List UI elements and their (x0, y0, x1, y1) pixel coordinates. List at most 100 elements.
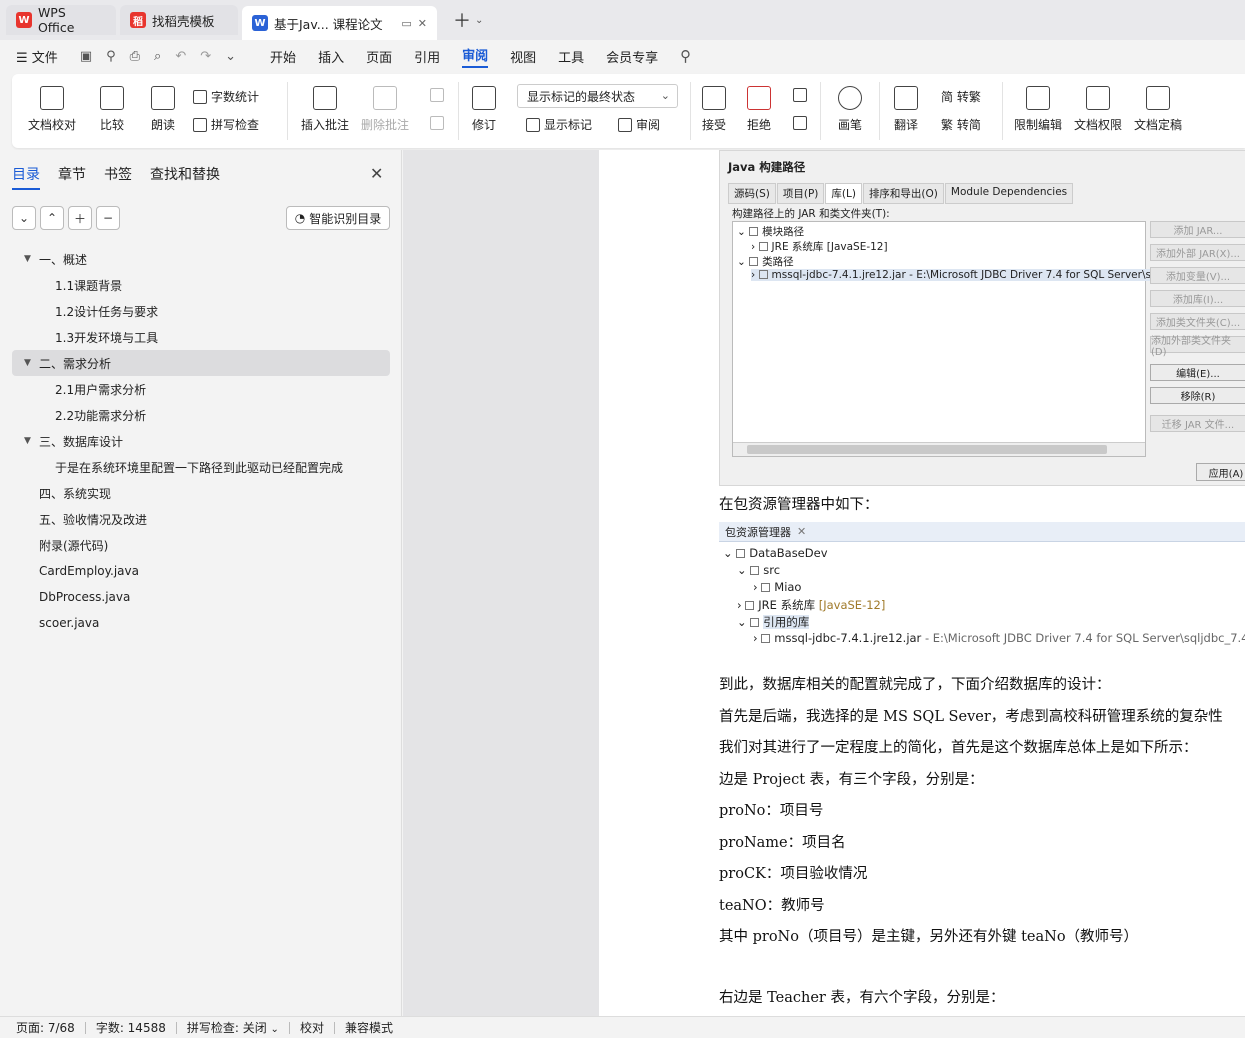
review-pane-button[interactable]: 审阅 (618, 116, 660, 133)
proof-status[interactable]: 校对 (300, 1019, 324, 1036)
save-icon[interactable]: ▣ (80, 49, 92, 64)
caret-down-icon[interactable]: ▼ (24, 254, 31, 264)
toc-item[interactable]: DbProcess.java (12, 584, 390, 610)
toc-item[interactable]: 2.1用户需求分析 (12, 376, 390, 402)
menu-member[interactable]: 会员专享 (606, 47, 658, 66)
caret-down-icon[interactable]: ▼ (24, 358, 31, 368)
toc-item[interactable]: 1.2设计任务与要求 (12, 298, 390, 324)
to-traditional-button[interactable]: 简 转繁 (941, 88, 981, 105)
doc-permission-button[interactable]: 文档权限 (1074, 86, 1122, 133)
markup-state-value: 显示标记的最终状态 (527, 89, 636, 104)
markup-state-select[interactable]: 显示标记的最终状态 ⌄ (517, 84, 678, 108)
more-icon[interactable]: ⌄ (225, 49, 236, 64)
tree-row: ⌄ 模块路径 (737, 226, 805, 238)
tree-row: › mssql-jdbc-7.4.1.jre12.jar - E:\Micros… (751, 269, 1177, 281)
menu-tools[interactable]: 工具 (558, 47, 584, 66)
toc-item-label: 1.1课题背景 (55, 278, 123, 293)
tab-wps-office[interactable]: W WPS Office (6, 5, 116, 35)
next-change-icon[interactable] (793, 116, 807, 130)
pen-button[interactable]: 画笔 (838, 86, 862, 133)
smart-toc-button[interactable]: ◔ 智能识别目录 (286, 206, 390, 230)
collapse-icon[interactable]: ⌄ (12, 206, 36, 230)
caret-down-icon[interactable]: ▼ (24, 436, 31, 446)
toc-item[interactable]: CardEmploy.java (12, 558, 390, 584)
revise-button[interactable]: 修订 (472, 86, 496, 133)
undo-icon[interactable]: ↶ (175, 49, 186, 64)
build-path-tabs: 源码(S) 项目(P) 库(L) 排序和导出(O) Module Depende… (728, 183, 1074, 204)
remove-heading-icon[interactable]: − (96, 206, 120, 230)
document-page[interactable]: Java 构建路径 源码(S) 项目(P) 库(L) 排序和导出(O) Modu… (599, 150, 1245, 1016)
prev-change-icon[interactable] (793, 88, 807, 102)
toc-item[interactable]: 1.1课题背景 (12, 272, 390, 298)
toc-item[interactable]: 附录(源代码) (12, 532, 390, 558)
translate-label: 翻译 (894, 118, 919, 132)
page-indicator[interactable]: 页面: 7/68 (16, 1019, 75, 1036)
tab-bookmarks[interactable]: 书签 (104, 164, 132, 190)
restrict-edit-label: 限制编辑 (1014, 118, 1063, 132)
delete-comment-button[interactable]: 删除批注 (361, 86, 409, 133)
toc-item[interactable]: 于是在系统环境里配置一下路径到此驱动已经配置完成 (12, 454, 390, 480)
spell-check-status[interactable]: 拼写检查: 关闭 ⌄ (187, 1019, 279, 1036)
word-count-status[interactable]: 字数: 14588 (96, 1019, 166, 1036)
add-heading-icon[interactable]: ＋ (68, 206, 92, 230)
toc-item[interactable]: ▼ 一、概述 (12, 246, 390, 272)
close-icon[interactable]: ✕ (370, 164, 383, 183)
menu-page[interactable]: 页面 (366, 47, 392, 66)
accept-button[interactable]: 接受 (702, 86, 726, 133)
bp-button: 添加库(I)... (1150, 290, 1245, 307)
to-simplified-label: 繁 转简 (941, 118, 981, 132)
paragraph: teaNO：教师号 (719, 898, 825, 914)
paragraph: 我们对其进行了一定程度上的简化，首先是这个数据库总体上是如下所示： (719, 740, 1198, 756)
tab-document[interactable]: W 基于Jav... 课程论文 ▭ ✕ (242, 6, 437, 40)
smart-icon: ◔ (294, 211, 306, 225)
print-icon[interactable]: ⎙ (130, 49, 140, 64)
insert-comment-button[interactable]: 插入批注 (301, 86, 349, 133)
next-comment-icon[interactable] (430, 116, 444, 130)
menu-reference[interactable]: 引用 (414, 47, 440, 66)
tab-chapters[interactable]: 章节 (58, 164, 86, 190)
menu-view[interactable]: 视图 (510, 47, 536, 66)
restrict-edit-button[interactable]: 限制编辑 (1014, 86, 1062, 133)
close-icon[interactable]: ✕ (418, 17, 427, 30)
prev-comment-icon[interactable] (430, 88, 444, 102)
translate-button[interactable]: 翻译 (894, 86, 918, 133)
finalize-button[interactable]: 文档定稿 (1134, 86, 1182, 133)
toc-item-label: 1.3开发环境与工具 (55, 330, 159, 345)
new-tab-icon[interactable]: ＋ (453, 7, 471, 33)
link-icon[interactable]: ⚲ (106, 49, 116, 64)
paragraph: 首先是后端，我选择的是 MS SQL Sever，考虑到高校科研管理系统的复杂性 (719, 709, 1223, 725)
toc-item[interactable]: 五、验收情况及改进 (12, 506, 390, 532)
tab-template[interactable]: 稻 找稻壳模板 (120, 5, 238, 35)
compare-button[interactable]: 比较 (100, 86, 124, 133)
read-aloud-button[interactable]: 朗读 (151, 86, 175, 133)
show-markup-button[interactable]: 显示标记 (526, 116, 592, 133)
toc-item[interactable]: 2.2功能需求分析 (12, 402, 390, 428)
toc-item[interactable]: 四、系统实现 (12, 480, 390, 506)
to-simplified-button[interactable]: 繁 转简 (941, 116, 981, 133)
toc-item[interactable]: ▼ 二、需求分析 (12, 350, 390, 376)
tab-find-replace[interactable]: 查找和替换 (150, 164, 220, 190)
file-label: 文件 (31, 50, 58, 66)
proofread-button[interactable]: 文档校对 (28, 86, 76, 133)
toc-item[interactable]: 1.3开发环境与工具 (12, 324, 390, 350)
menu-insert[interactable]: 插入 (318, 47, 344, 66)
redo-icon[interactable]: ↷ (200, 49, 211, 64)
expand-icon[interactable]: ⌃ (40, 206, 64, 230)
tab-toc[interactable]: 目录 (12, 164, 40, 190)
horizontal-scrollbar[interactable] (733, 442, 1145, 456)
read-aloud-icon (151, 86, 175, 110)
to-traditional-label: 简 转繁 (941, 90, 981, 104)
word-count-button[interactable]: 字数统计 (193, 88, 259, 105)
menu-start[interactable]: 开始 (270, 47, 296, 66)
spell-check-button[interactable]: 拼写检查 (193, 116, 259, 133)
pkg-header: 包资源管理器 ✕ (719, 522, 1245, 542)
toc-item[interactable]: scoer.java (12, 610, 390, 636)
preview-icon[interactable]: ⌕ (154, 49, 161, 64)
file-menu[interactable]: ☰ 文件 (16, 47, 58, 66)
menu-review[interactable]: 审阅 (462, 45, 489, 68)
chevron-down-icon[interactable]: ⌄ (475, 15, 483, 26)
window-icon[interactable]: ▭ (401, 17, 411, 30)
reject-button[interactable]: 拒绝 (747, 86, 771, 133)
search-icon[interactable]: ⚲ (680, 47, 691, 65)
toc-item[interactable]: ▼ 三、数据库设计 (12, 428, 390, 454)
